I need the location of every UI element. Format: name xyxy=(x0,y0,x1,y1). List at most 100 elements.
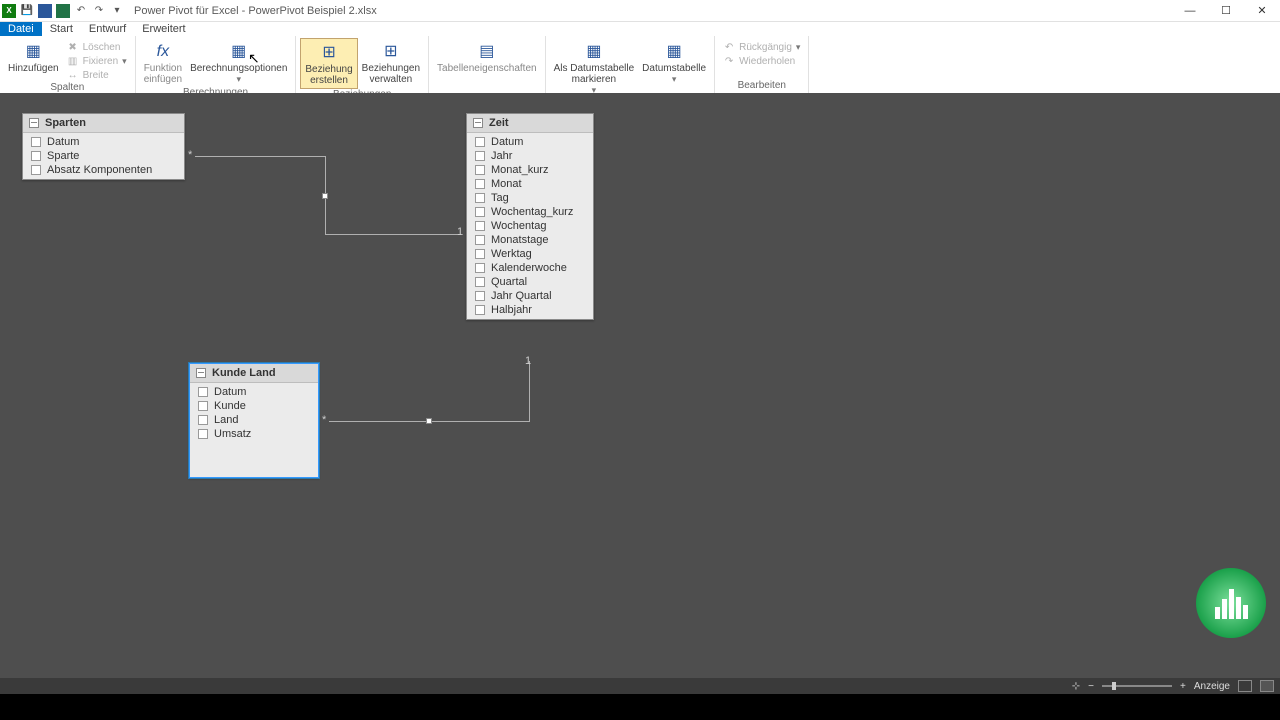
qat-save-icon[interactable]: 💾 xyxy=(20,4,34,18)
table-zeit[interactable]: Zeit Datum Jahr Monat_kurz Monat Tag Woc… xyxy=(466,113,594,320)
status-bar: ⊹ − + Anzeige xyxy=(0,678,1280,694)
window-controls: — ☐ ✕ xyxy=(1172,0,1280,22)
qat-undo-icon[interactable]: ↶ xyxy=(74,4,88,18)
tab-start[interactable]: Start xyxy=(42,22,81,36)
column-icon xyxy=(198,429,208,439)
tab-datei[interactable]: Datei xyxy=(0,22,42,36)
field-label: Datum xyxy=(47,136,79,148)
field-zeit-2[interactable]: Monat_kurz xyxy=(467,163,593,177)
column-icon xyxy=(475,137,485,147)
field-label: Absatz Komponenten xyxy=(47,164,152,176)
function-icon: fx xyxy=(151,40,175,62)
app-icon: X xyxy=(2,4,16,18)
redo-icon: ↷ xyxy=(723,55,735,67)
zoom-slider[interactable] xyxy=(1102,685,1172,687)
table-sparten-header[interactable]: Sparten xyxy=(23,114,184,133)
window-title: Power Pivot für Excel - PowerPivot Beisp… xyxy=(134,5,377,17)
field-zeit-5[interactable]: Wochentag_kurz xyxy=(467,205,593,219)
rel-midpoint-1[interactable] xyxy=(322,193,328,199)
minimize-button[interactable]: — xyxy=(1172,0,1208,22)
table-kunde-land[interactable]: Kunde Land Datum Kunde Land Umsatz xyxy=(189,363,319,478)
field-kunde-3[interactable]: Umsatz xyxy=(190,427,318,441)
zoom-out-button[interactable]: − xyxy=(1088,681,1094,692)
mark-date-table-button[interactable]: ▦ Als Datumstabelle markieren▾ xyxy=(550,38,639,98)
group-title-bearbeiten: Bearbeiten xyxy=(738,80,786,93)
field-label: Jahr xyxy=(491,150,512,162)
width-icon: ↔ xyxy=(67,69,79,81)
create-relationship-button[interactable]: ⊞ Beziehung erstellen xyxy=(300,38,357,89)
diagram-view-button[interactable] xyxy=(1260,680,1274,692)
rel-kunde-many: * xyxy=(322,414,326,426)
table-properties-label: Tabelleneigenschaften xyxy=(437,63,537,74)
redo-button: ↷Wiederholen xyxy=(719,54,804,68)
freeze-icon: ▥ xyxy=(67,55,79,67)
tab-erweitert[interactable]: Erweitert xyxy=(134,22,193,36)
manage-relationships-icon: ⊞ xyxy=(379,40,403,62)
column-icon xyxy=(475,305,485,315)
qat-powerpivot-icon[interactable] xyxy=(38,4,52,18)
date-table-button[interactable]: ▦ Datumstabelle ▾ xyxy=(638,38,710,87)
delete-column-button: ✖Löschen xyxy=(63,40,131,54)
column-icon xyxy=(475,249,485,259)
field-sparten-absatz[interactable]: Absatz Komponenten xyxy=(23,163,184,177)
column-icon xyxy=(31,137,41,147)
group-title-spalten: Spalten xyxy=(50,82,84,93)
rel-line-1c[interactable] xyxy=(325,234,461,235)
table-properties-icon: ▤ xyxy=(475,40,499,62)
maximize-button[interactable]: ☐ xyxy=(1208,0,1244,22)
table-sparten[interactable]: Sparten Datum Sparte Absatz Komponenten xyxy=(22,113,185,180)
data-view-button[interactable] xyxy=(1238,680,1252,692)
field-zeit-9[interactable]: Kalenderwoche xyxy=(467,261,593,275)
close-button[interactable]: ✕ xyxy=(1244,0,1280,22)
zoom-thumb[interactable] xyxy=(1112,682,1116,690)
field-zeit-0[interactable]: Datum xyxy=(467,135,593,149)
add-column-button[interactable]: ▦ Hinzufügen xyxy=(4,38,63,76)
field-kunde-1[interactable]: Kunde xyxy=(190,399,318,413)
field-label: Jahr Quartal xyxy=(491,290,552,302)
qat-excel-icon[interactable] xyxy=(56,4,70,18)
table-sparten-title: Sparten xyxy=(45,117,86,129)
field-label: Monat xyxy=(491,178,522,190)
field-zeit-1[interactable]: Jahr xyxy=(467,149,593,163)
table-zeit-header[interactable]: Zeit xyxy=(467,114,593,133)
tab-entwurf[interactable]: Entwurf xyxy=(81,22,134,36)
field-zeit-11[interactable]: Jahr Quartal xyxy=(467,289,593,303)
mark-date-table-icon: ▦ xyxy=(582,40,606,62)
field-kunde-0[interactable]: Datum xyxy=(190,385,318,399)
table-sparten-body: Datum Sparte Absatz Komponenten xyxy=(23,133,184,179)
column-icon xyxy=(198,415,208,425)
qat-customize-icon[interactable]: ▾ xyxy=(110,4,124,18)
create-relationship-icon: ⊞ xyxy=(317,41,341,63)
field-zeit-12[interactable]: Halbjahr xyxy=(467,303,593,317)
column-icon xyxy=(475,193,485,203)
field-zeit-7[interactable]: Monatstage xyxy=(467,233,593,247)
rel-line-1a[interactable] xyxy=(195,156,325,157)
rel-line-2b[interactable] xyxy=(529,361,530,422)
zoom-in-button[interactable]: + xyxy=(1180,681,1186,692)
zoom-fit-icon[interactable]: ⊹ xyxy=(1072,681,1080,692)
table-properties-button[interactable]: ▤ Tabelleneigenschaften xyxy=(433,38,541,76)
rel-midpoint-2[interactable] xyxy=(426,418,432,424)
calc-options-button[interactable]: ▦ Berechnungsoptionen ▾ xyxy=(186,38,291,87)
manage-relationships-button[interactable]: ⊞ Beziehungen verwalten xyxy=(358,38,424,87)
field-label: Datum xyxy=(214,386,246,398)
table-kunde-body: Datum Kunde Land Umsatz xyxy=(190,383,318,443)
field-zeit-6[interactable]: Wochentag xyxy=(467,219,593,233)
field-kunde-2[interactable]: Land xyxy=(190,413,318,427)
width-label: Breite xyxy=(83,70,109,81)
field-sparten-sparte[interactable]: Sparte xyxy=(23,149,184,163)
field-label: Kalenderwoche xyxy=(491,262,567,274)
field-sparten-datum[interactable]: Datum xyxy=(23,135,184,149)
ribbon-group-kalender: ▦ Als Datumstabelle markieren▾ ▦ Datumst… xyxy=(546,36,716,93)
insert-function-button[interactable]: fx Funktion einfügen xyxy=(140,38,186,87)
field-zeit-4[interactable]: Tag xyxy=(467,191,593,205)
qat-redo-icon[interactable]: ↷ xyxy=(92,4,106,18)
field-zeit-8[interactable]: Werktag xyxy=(467,247,593,261)
diagram-canvas[interactable]: Sparten Datum Sparte Absatz Komponenten … xyxy=(0,93,1280,678)
field-zeit-10[interactable]: Quartal xyxy=(467,275,593,289)
field-zeit-3[interactable]: Monat xyxy=(467,177,593,191)
table-icon xyxy=(29,118,39,128)
column-icon xyxy=(475,263,485,273)
freeze-label: Fixieren xyxy=(83,56,119,67)
table-kunde-header[interactable]: Kunde Land xyxy=(190,364,318,383)
